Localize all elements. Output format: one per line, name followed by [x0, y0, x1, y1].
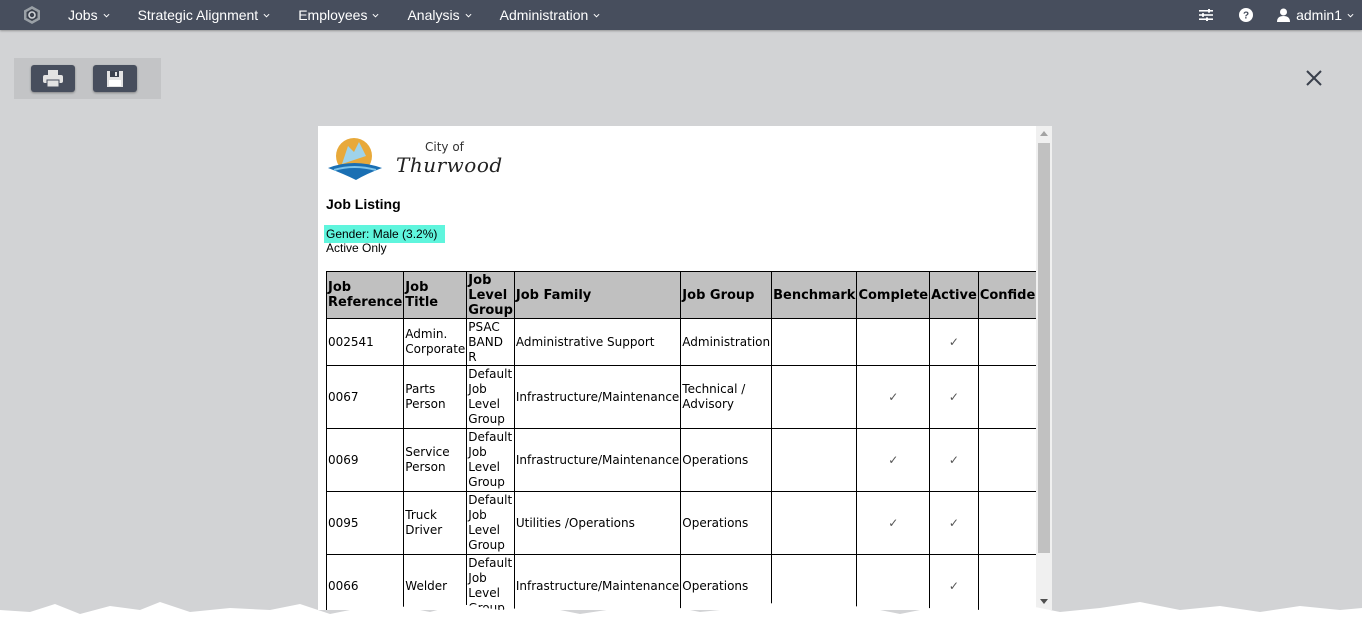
user-icon — [1277, 8, 1291, 22]
vertical-scrollbar[interactable] — [1036, 126, 1052, 610]
job-listing-table: Job Reference Job Title Job Level Group … — [325, 271, 1052, 610]
chevron-down-icon — [1347, 13, 1354, 18]
report-preview: City of Thurwood Job Listing Gender: Mal… — [318, 126, 1052, 610]
nav-jobs[interactable]: Jobs — [58, 0, 120, 30]
chevron-down-icon — [593, 13, 600, 18]
sliders-icon — [1199, 9, 1214, 21]
cell-job-title: Parts Person — [403, 365, 468, 429]
cell-job-family: Utilities /Operations — [513, 491, 682, 555]
cell-job-reference: 0095 — [325, 491, 405, 555]
cell-job-group: Administration — [680, 318, 773, 366]
cell-complete: ✓ — [856, 365, 931, 429]
cell-benchmark — [771, 491, 858, 555]
save-button[interactable] — [93, 65, 137, 92]
cell-job-title: Service Person — [403, 428, 468, 492]
cell-job-level-group: Default Job Level Group — [466, 428, 515, 492]
cell-job-family: Infrastructure/Maintenance — [513, 365, 682, 429]
city-emblem-icon — [328, 138, 382, 180]
main-nav: Jobs Strategic Alignment Employees Analy… — [58, 0, 618, 30]
table-row: 0095 Truck Driver Default Job Level Grou… — [325, 491, 1052, 555]
city-name-text: Thurwood — [396, 153, 503, 177]
cell-active: ✓ — [929, 365, 979, 429]
cell-job-title: Admin. Corporate — [403, 318, 468, 366]
chevron-down-icon — [103, 13, 110, 18]
help-icon: ? — [1239, 8, 1254, 22]
col-job-family: Job Family — [513, 271, 682, 319]
city-logo: City of Thurwood — [326, 134, 502, 184]
chevron-down-icon — [372, 13, 379, 18]
cell-complete: ✓ — [856, 428, 931, 492]
cell-active: ✓ — [929, 491, 979, 555]
filter-settings-button[interactable] — [1197, 6, 1215, 24]
cell-complete — [856, 318, 931, 366]
chevron-down-icon — [263, 13, 270, 18]
cell-benchmark — [771, 428, 858, 492]
col-job-title: Job Title — [403, 271, 468, 319]
cell-benchmark — [771, 365, 858, 429]
active-filter-label: Active Only — [326, 241, 387, 255]
report-toolbar — [14, 58, 161, 99]
cell-active: ✓ — [929, 428, 979, 492]
table-row: 002541 Admin. Corporate PSAC BAND R Admi… — [325, 318, 1052, 366]
cell-benchmark — [771, 318, 858, 366]
chevron-down-icon — [465, 13, 472, 18]
print-button[interactable] — [31, 65, 75, 92]
cell-job-reference: 0067 — [325, 365, 405, 429]
svg-text:?: ? — [1243, 11, 1249, 22]
cell-job-group: Operations — [680, 428, 773, 492]
nav-analysis[interactable]: Analysis — [397, 0, 481, 30]
cell-complete: ✓ — [856, 491, 931, 555]
table-header-row: Job Reference Job Title Job Level Group … — [325, 271, 1052, 319]
cell-job-reference: 0069 — [325, 428, 405, 492]
table-row: 0069 Service Person Default Job Level Gr… — [325, 428, 1052, 492]
nav-administration[interactable]: Administration — [490, 0, 611, 30]
col-job-level-group: Job Level Group — [466, 271, 515, 319]
cell-job-group: Technical / Advisory — [680, 365, 773, 429]
cell-job-title: Truck Driver — [403, 491, 468, 555]
nav-employees[interactable]: Employees — [288, 0, 389, 30]
help-button[interactable]: ? — [1237, 6, 1255, 24]
print-icon — [43, 69, 63, 87]
cell-job-level-group: Default Job Level Group — [466, 365, 515, 429]
col-complete: Complete — [856, 271, 931, 319]
col-job-group: Job Group — [680, 271, 773, 319]
cell-job-level-group: PSAC BAND R — [466, 318, 515, 366]
cell-job-level-group: Default Job Level Group — [466, 491, 515, 555]
col-active: Active — [929, 271, 979, 319]
scrollbar-thumb[interactable] — [1038, 143, 1050, 553]
cell-job-family: Administrative Support — [513, 318, 682, 366]
torn-edge-decoration — [0, 602, 1362, 633]
app-logo-icon[interactable] — [22, 5, 42, 25]
close-icon[interactable] — [1304, 68, 1324, 88]
col-job-reference: Job Reference — [325, 271, 405, 319]
cell-job-reference: 002541 — [325, 318, 405, 366]
username: admin1 — [1296, 7, 1342, 23]
user-menu[interactable]: admin1 — [1277, 7, 1354, 23]
report-title: Job Listing — [326, 196, 401, 212]
cell-job-group: Operations — [680, 491, 773, 555]
table-row: 0067 Parts Person Default Job Level Grou… — [325, 365, 1052, 429]
navbar-right: ? admin1 — [1197, 0, 1362, 30]
save-icon — [107, 70, 123, 87]
col-benchmark: Benchmark — [771, 271, 858, 319]
top-navbar: Jobs Strategic Alignment Employees Analy… — [0, 0, 1362, 30]
nav-strategic-alignment[interactable]: Strategic Alignment — [128, 0, 281, 30]
cell-job-family: Infrastructure/Maintenance — [513, 428, 682, 492]
cell-active: ✓ — [929, 318, 979, 366]
city-of-text: City of — [425, 140, 464, 154]
scroll-up-arrow-icon[interactable] — [1040, 131, 1048, 136]
